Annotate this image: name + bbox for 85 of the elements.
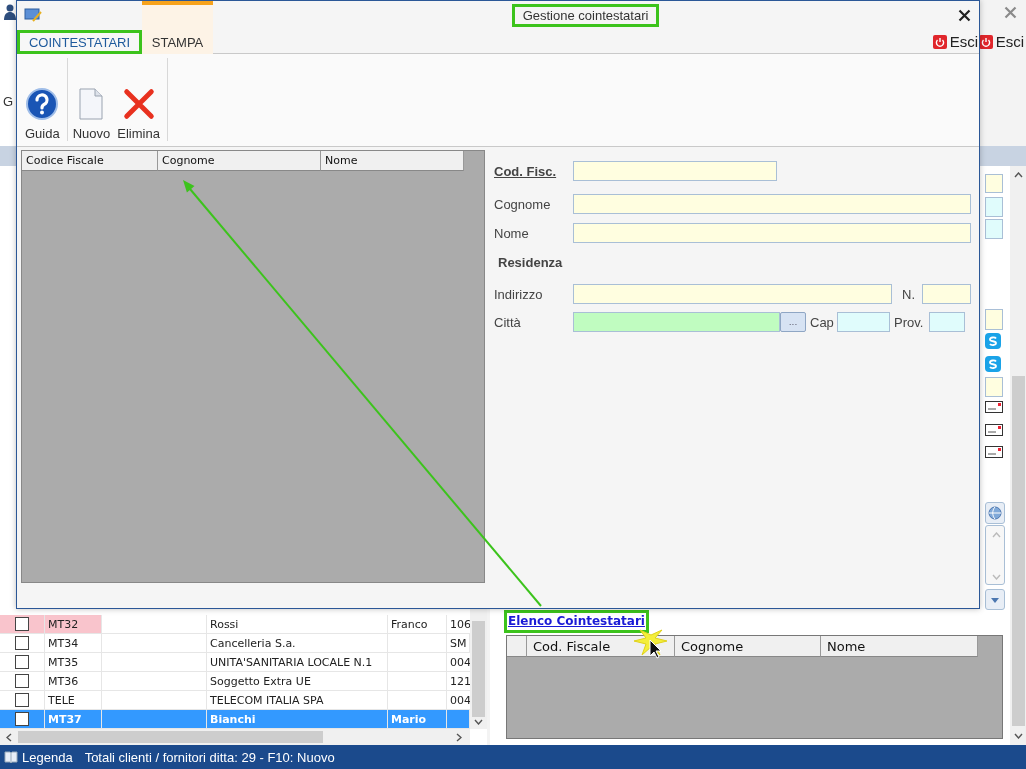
- section-title: Residenza: [498, 255, 564, 271]
- scrollbar-thumb[interactable]: [472, 621, 485, 717]
- column-header: Nome: [821, 636, 978, 657]
- person-icon: [4, 4, 16, 20]
- help-icon: [26, 88, 59, 120]
- table-cell: Soggetto Extra UE: [207, 672, 388, 690]
- table-cell: MT36: [45, 672, 102, 690]
- monitor-icon: [24, 7, 42, 23]
- envelope-icon: [985, 401, 1003, 413]
- checkbox[interactable]: [15, 655, 29, 669]
- field-label: Indirizzo: [494, 286, 544, 302]
- table-cell: Franco: [388, 615, 447, 633]
- chat-icon: [985, 356, 1001, 372]
- field-label: N.: [901, 286, 916, 302]
- close-button[interactable]: [958, 8, 971, 22]
- table-cell: MT35: [45, 653, 102, 671]
- status-text: Totali clienti / fornitori ditta: 29 - F10: Nuovo: [84, 749, 335, 765]
- field-label: Città: [494, 314, 522, 330]
- input-field[interactable]: [985, 197, 1003, 217]
- input-field[interactable]: [985, 309, 1003, 330]
- table-cell: TELECOM ITALIA SPA: [207, 691, 388, 709]
- table-cell: Bianchi: [207, 710, 388, 728]
- input-field[interactable]: [837, 312, 890, 332]
- scroll-down-icon[interactable]: [1013, 733, 1023, 739]
- book-icon: [4, 751, 18, 763]
- scroll-left-icon[interactable]: [6, 732, 12, 742]
- power-icon: [932, 34, 947, 49]
- browse-button[interactable]: ...: [780, 312, 806, 332]
- column-header: Codice Fiscale: [22, 151, 158, 171]
- table-cell: MT32: [45, 615, 102, 633]
- table-cell: UNITA'SANITARIA LOCALE N.1: [207, 653, 388, 671]
- table-cell: TELE: [45, 691, 102, 709]
- input-field[interactable]: [922, 284, 971, 304]
- input-field[interactable]: [573, 312, 780, 332]
- input-field[interactable]: [985, 174, 1003, 193]
- ribbon-label: G: [3, 94, 14, 109]
- globe-icon: [988, 506, 1002, 520]
- toolbar-button[interactable]: Guida: [24, 58, 61, 141]
- checkbox[interactable]: [15, 674, 29, 688]
- input-field[interactable]: [573, 223, 971, 243]
- field-label: Prov.: [893, 314, 925, 330]
- checkbox[interactable]: [15, 617, 29, 631]
- input-field[interactable]: [573, 161, 777, 181]
- input-field[interactable]: [573, 284, 892, 304]
- column-header: Cognome: [158, 151, 321, 171]
- scroll-right-icon[interactable]: [456, 732, 462, 742]
- input-field[interactable]: [929, 312, 965, 332]
- column-header: [507, 636, 527, 657]
- field-label: Cognome: [494, 196, 552, 212]
- chat-icon: [985, 333, 1001, 349]
- table-cell: MT34: [45, 634, 102, 652]
- column-header: Cognome: [675, 636, 821, 657]
- cursor-icon: [649, 639, 662, 659]
- input-field[interactable]: [573, 194, 971, 214]
- table-cell: MT37: [45, 710, 102, 728]
- input-field[interactable]: [985, 377, 1003, 397]
- table-cell: Mario: [388, 710, 447, 728]
- field-label: Nome: [494, 225, 530, 241]
- table-cell: Rossi: [207, 615, 388, 633]
- legend-button[interactable]: Legenda: [4, 749, 73, 765]
- envelope-icon: [985, 446, 1003, 458]
- toolbar-button[interactable]: Elimina: [116, 58, 161, 141]
- table-cell: Cancelleria S.a.: [207, 634, 388, 652]
- scroll-up-icon[interactable]: [1013, 172, 1023, 178]
- delete-icon: [122, 88, 155, 120]
- column-header: Nome: [321, 151, 464, 171]
- window-title: Gestione cointestatari: [512, 4, 659, 26]
- caret-icon: [991, 598, 999, 603]
- tab[interactable]: STAMPA: [142, 1, 213, 54]
- scroll-down-icon[interactable]: [474, 719, 483, 725]
- checkbox[interactable]: [15, 712, 29, 726]
- input-field[interactable]: [985, 219, 1003, 239]
- envelope-icon: [985, 424, 1003, 436]
- scrollbar-thumb[interactable]: [1011, 375, 1025, 726]
- dropdown-button[interactable]: [985, 589, 1005, 610]
- document-icon: [79, 88, 104, 120]
- field-label: Cap: [809, 314, 835, 330]
- globe-button[interactable]: [985, 502, 1005, 524]
- field-label: Cod. Fisc.: [494, 163, 558, 179]
- checkbox[interactable]: [15, 636, 29, 650]
- checkbox[interactable]: [15, 693, 29, 707]
- tab[interactable]: COINTESTATARI: [17, 30, 142, 54]
- scrollbar-thumb[interactable]: [18, 731, 323, 743]
- toolbar-button[interactable]: Nuovo: [71, 58, 112, 141]
- exit-button[interactable]: Esci: [931, 33, 979, 50]
